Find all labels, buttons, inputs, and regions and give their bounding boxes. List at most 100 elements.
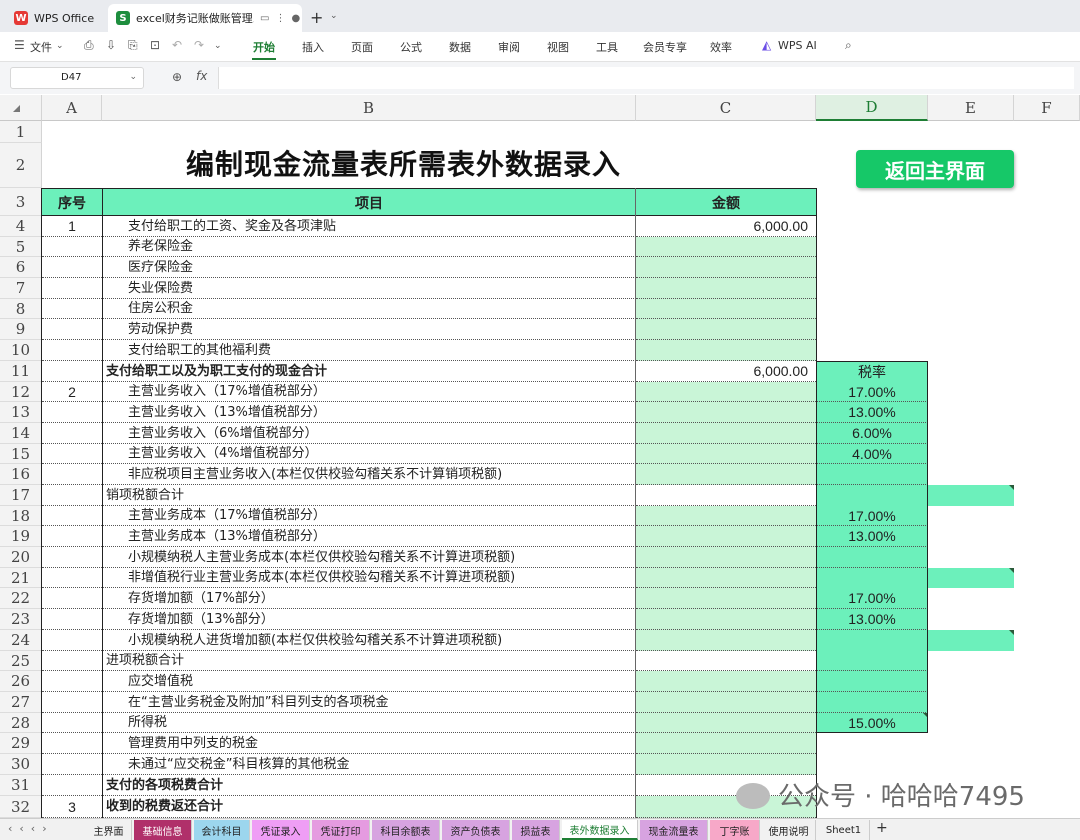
tab-wps-ai[interactable]: WPS AI	[778, 39, 817, 52]
item-cell[interactable]: 存货增加额（13%部分）	[102, 609, 636, 630]
seq-cell[interactable]: 2	[42, 382, 102, 402]
tab-insert[interactable]: 插入	[302, 39, 324, 55]
seq-cell[interactable]	[42, 713, 102, 733]
row-header[interactable]: 18	[0, 506, 42, 526]
rate-cell[interactable]: 17.00%	[816, 506, 928, 526]
rate-cell[interactable]	[816, 671, 928, 692]
chevron-down-icon[interactable]: ⌄	[330, 11, 338, 21]
sheet-tab-accounts[interactable]: 会计科目	[194, 820, 250, 840]
amount-input[interactable]	[636, 319, 816, 340]
seq-cell[interactable]	[42, 568, 102, 588]
rate-cell[interactable]	[816, 547, 928, 568]
redo-icon[interactable]: ↷	[194, 38, 204, 52]
row-header[interactable]: 15	[0, 444, 42, 464]
amount-input[interactable]	[636, 754, 816, 775]
close-tab-icon[interactable]: ●	[291, 13, 300, 24]
seq-cell[interactable]	[42, 319, 102, 340]
undo-icon[interactable]: ↶	[172, 38, 182, 52]
tab-tools[interactable]: 工具	[596, 39, 618, 55]
row-header[interactable]: 24	[0, 630, 42, 651]
amount-input[interactable]	[636, 733, 816, 754]
subtotal-cell[interactable]: 支付的各项税费合计	[102, 775, 636, 796]
amount-cell[interactable]	[636, 651, 816, 671]
seq-cell[interactable]: 3	[42, 796, 102, 818]
row-header[interactable]: 25	[0, 651, 42, 671]
rate-cell[interactable]: 17.00%	[816, 588, 928, 609]
subtotal-cell[interactable]: 销项税额合计	[102, 485, 636, 506]
row-header[interactable]: 19	[0, 526, 42, 547]
row-header[interactable]: 29	[0, 733, 42, 754]
rate-cell[interactable]	[816, 485, 1014, 506]
sheet-tab-sheet1[interactable]: Sheet1	[818, 820, 870, 840]
item-cell[interactable]: 住房公积金	[102, 299, 636, 319]
item-cell[interactable]: 未通过“应交税金”科目核算的其他税金	[102, 754, 636, 775]
tab-home[interactable]: 开始	[253, 39, 275, 55]
item-cell[interactable]: 医疗保险金	[102, 257, 636, 278]
row-header[interactable]: 2	[0, 143, 42, 188]
tab-page[interactable]: 页面	[351, 39, 373, 55]
row-header[interactable]: 7	[0, 278, 42, 299]
export-icon[interactable]: ⇩	[106, 38, 116, 52]
amount-input[interactable]	[636, 299, 816, 319]
tab-data[interactable]: 数据	[449, 39, 471, 55]
rate-cell[interactable]: 17.00%	[816, 382, 928, 402]
row-header[interactable]: 20	[0, 547, 42, 568]
sheet-tab-t-account[interactable]: 丁字账	[710, 820, 760, 840]
seq-cell[interactable]	[42, 299, 102, 319]
rate-cell[interactable]	[816, 692, 928, 713]
amount-input[interactable]	[636, 630, 816, 651]
item-cell[interactable]: 主营业务收入（17%增值税部分）	[102, 382, 636, 402]
row-header[interactable]: 4	[0, 216, 42, 237]
search-icon[interactable]: ⌕	[845, 38, 852, 53]
row-header[interactable]: 11	[0, 361, 42, 382]
item-cell[interactable]: 主营业务收入（6%增值税部分）	[102, 423, 636, 444]
rate-cell[interactable]	[816, 630, 1014, 651]
item-cell[interactable]: 应交增值税	[102, 671, 636, 692]
save-icon[interactable]: ⎙	[84, 38, 94, 53]
chevron-down-icon[interactable]: ⌄	[56, 41, 64, 51]
print-preview-icon[interactable]: ⊡	[150, 38, 160, 52]
amount-input[interactable]	[636, 692, 816, 713]
row-header[interactable]: 16	[0, 464, 42, 485]
item-cell[interactable]: 支付给职工的其他福利费	[102, 340, 636, 361]
amount-input[interactable]	[636, 609, 816, 630]
seq-cell[interactable]	[42, 630, 102, 651]
tab-review[interactable]: 审阅	[498, 39, 520, 55]
amount-input[interactable]	[636, 671, 816, 692]
amount-input[interactable]	[636, 713, 816, 733]
app-tab[interactable]: W WPS Office	[6, 4, 106, 32]
amount-cell[interactable]: 6,000.00	[636, 216, 816, 237]
item-cell[interactable]: 养老保险金	[102, 237, 636, 257]
name-box[interactable]: D47 ⌄	[10, 67, 144, 89]
column-header-a[interactable]: A	[42, 95, 102, 121]
seq-cell[interactable]	[42, 775, 102, 796]
row-header[interactable]: 9	[0, 319, 42, 340]
rate-cell[interactable]: 15.00%	[816, 713, 928, 733]
sheet-tab-balance[interactable]: 科目余额表	[372, 820, 440, 840]
rate-cell[interactable]: 6.00%	[816, 423, 928, 444]
formula-input[interactable]	[218, 67, 1074, 89]
sheet-tab-basic-info[interactable]: 基础信息	[134, 820, 192, 840]
row-header[interactable]: 31	[0, 775, 42, 796]
rate-cell[interactable]: 13.00%	[816, 402, 928, 423]
row-header[interactable]: 1	[0, 121, 42, 143]
row-header[interactable]: 8	[0, 299, 42, 319]
item-cell[interactable]: 失业保险费	[102, 278, 636, 299]
row-header[interactable]: 21	[0, 568, 42, 588]
tab-view[interactable]: 视图	[547, 39, 569, 55]
zoom-icon[interactable]: ⊕	[172, 70, 182, 84]
seq-cell[interactable]	[42, 444, 102, 464]
item-cell[interactable]: 在“主营业务税金及附加”科目列支的各项税金	[102, 692, 636, 713]
row-header[interactable]: 13	[0, 402, 42, 423]
column-header-c[interactable]: C	[636, 95, 816, 121]
row-header[interactable]: 27	[0, 692, 42, 713]
item-cell[interactable]: 主营业务成本（13%增值税部分）	[102, 526, 636, 547]
row-header[interactable]: 3	[0, 188, 42, 216]
seq-cell[interactable]	[42, 464, 102, 485]
chevron-down-icon[interactable]: ⌄	[129, 72, 137, 82]
amount-input[interactable]	[636, 278, 816, 299]
item-cell[interactable]: 非应税项目主营业务收入(本栏仅供校验勾稽关系不计算销项税额)	[102, 464, 636, 485]
amount-input[interactable]	[636, 568, 816, 588]
item-cell[interactable]: 非增值税行业主营业务成本(本栏仅供校验勾稽关系不计算进项税额)	[102, 568, 636, 588]
sheet-tab-voucher-print[interactable]: 凭证打印	[312, 820, 370, 840]
